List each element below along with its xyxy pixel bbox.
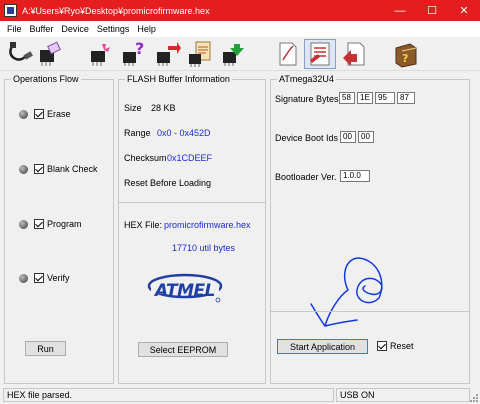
reset-before-loading-label: Reset Before Loading: [124, 178, 212, 188]
menu-file[interactable]: File: [3, 24, 26, 34]
range-label: Range: [124, 128, 151, 138]
status-led: [19, 273, 28, 283]
signature-byte-field[interactable]: 95: [375, 92, 395, 104]
status-led: [19, 164, 28, 174]
atmel-logo-text: ATMEL: [153, 281, 215, 301]
operations-panel-title: Operations Flow: [11, 74, 81, 84]
document-run-icon[interactable]: [340, 40, 368, 68]
signature-byte-field[interactable]: 58: [339, 92, 355, 104]
signature-bytes-fields: 58 1E 95 87: [339, 92, 415, 104]
reset-label: Reset: [390, 341, 414, 351]
divider: [271, 311, 469, 312]
status-bar: HEX file parsed. USB ON: [0, 386, 480, 404]
maximize-button[interactable]: ☐: [416, 0, 448, 21]
bootloader-version-label: Bootloader Ver.: [275, 172, 337, 182]
size-label: Size: [124, 103, 142, 113]
verify-checkbox[interactable]: [34, 273, 44, 283]
op-row-verify: Verify: [19, 273, 70, 283]
svg-text:?: ?: [135, 40, 144, 58]
menu-bar: File Buffer Device Settings Help: [0, 21, 480, 37]
select-eeprom-button[interactable]: Select EEPROM: [138, 342, 228, 357]
boot-id-field[interactable]: 00: [340, 131, 356, 143]
chip-read-icon[interactable]: ?: [120, 40, 148, 68]
window-title: A:¥Users¥Ryo¥Desktop¥promicrofirmware.he…: [22, 5, 210, 16]
menu-buffer[interactable]: Buffer: [26, 24, 58, 34]
verify-label: Verify: [47, 273, 70, 283]
minimize-button[interactable]: —: [384, 0, 416, 21]
blank-check-label: Blank Check: [47, 164, 98, 174]
checksum-value: 0x1CDEEF: [167, 153, 213, 163]
atmel-logo: ATMEL: [147, 273, 223, 303]
range-value: 0x0 - 0x452D: [157, 128, 211, 138]
menu-device[interactable]: Device: [57, 24, 93, 34]
erase-checkbox[interactable]: [34, 109, 44, 119]
signature-byte-field[interactable]: 1E: [357, 92, 373, 104]
erase-label: Erase: [47, 109, 71, 119]
bootloader-version-field[interactable]: 1.0.0: [340, 170, 370, 182]
boot-id-field[interactable]: 00: [358, 131, 374, 143]
flash-panel: FLASH Buffer Information Size 28 KB Rang…: [118, 74, 266, 384]
device-panel: ATmega32U4 Signature Bytes 58 1E 95 87 D…: [270, 74, 470, 384]
menu-help[interactable]: Help: [133, 24, 160, 34]
app-icon: [4, 4, 17, 17]
status-message: HEX file parsed.: [3, 388, 334, 402]
signature-bytes-label: Signature Bytes: [275, 94, 339, 104]
usb-status: USB ON: [336, 388, 470, 402]
resize-grip-icon[interactable]: [469, 393, 479, 403]
svg-text:?: ?: [402, 52, 408, 65]
op-row-blank-check: Blank Check: [19, 164, 98, 174]
hex-file-label: HEX File:: [124, 220, 163, 230]
program-checkbox[interactable]: [34, 219, 44, 229]
flash-panel-title: FLASH Buffer Information: [125, 74, 232, 84]
menu-settings[interactable]: Settings: [93, 24, 134, 34]
checksum-label: Checksum: [124, 153, 167, 163]
operations-panel: Operations Flow Erase Blank Check Progra…: [4, 74, 114, 384]
size-value: 28 KB: [151, 103, 176, 113]
reset-option: Reset: [377, 341, 414, 351]
title-bar: A:¥Users¥Ryo¥Desktop¥promicrofirmware.he…: [0, 0, 480, 21]
chip-erase-icon[interactable]: [36, 40, 64, 68]
program-label: Program: [47, 219, 82, 229]
toolbar: ? ?: [0, 37, 480, 71]
device-panel-title: ATmega32U4: [277, 74, 336, 84]
run-button[interactable]: Run: [25, 341, 66, 356]
status-led: [19, 109, 28, 119]
op-row-program: Program: [19, 219, 82, 229]
start-application-button[interactable]: Start Application: [277, 339, 368, 354]
blank-check-checkbox[interactable]: [34, 164, 44, 174]
util-bytes-info: 17710 util bytes: [172, 243, 236, 253]
handwritten-scribble: [310, 257, 383, 327]
close-button[interactable]: ✕: [448, 0, 480, 21]
chip-blank-check-icon[interactable]: [88, 40, 116, 68]
device-boot-ids-label: Device Boot Ids: [275, 133, 339, 143]
chip-download-icon[interactable]: [220, 40, 248, 68]
chip-program-icon[interactable]: [154, 40, 182, 68]
usb-cable-icon[interactable]: [6, 40, 34, 68]
divider: [119, 202, 265, 203]
op-row-erase: Erase: [19, 109, 71, 119]
chip-verify-icon[interactable]: [186, 40, 214, 68]
help-book-icon[interactable]: ?: [392, 40, 420, 68]
status-led: [19, 219, 28, 229]
hex-file-value: promicrofirmware.hex: [164, 220, 251, 230]
signature-byte-field[interactable]: 87: [397, 92, 415, 104]
reset-checkbox[interactable]: [377, 341, 387, 351]
document-edit-icon[interactable]: [274, 40, 302, 68]
device-boot-id-fields: 00 00: [340, 131, 374, 143]
settings-document-icon[interactable]: [306, 40, 334, 68]
